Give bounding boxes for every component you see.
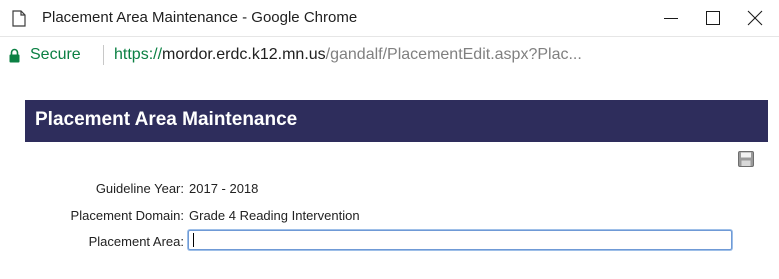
placement-domain-label: Placement Domain: [70, 208, 184, 223]
close-button[interactable] [738, 0, 779, 36]
url-path: /gandalf/PlacementEdit.aspx?Plac... [325, 46, 582, 63]
placement-area-row: Placement Area: [0, 230, 779, 254]
maximize-icon [706, 11, 720, 25]
lock-icon [9, 48, 20, 63]
page-title: Placement Area Maintenance [35, 109, 298, 130]
save-icon[interactable] [738, 151, 754, 167]
guideline-year-value: 2017 - 2018 [189, 181, 259, 196]
text-caret [193, 233, 194, 247]
url-host: mordor.erdc.k12.mn.us [162, 46, 326, 63]
close-icon [747, 10, 763, 26]
url-text[interactable]: https://mordor.erdc.k12.mn.us/gandalf/Pl… [114, 46, 582, 64]
document-icon [12, 10, 26, 27]
placement-area-input[interactable] [188, 230, 732, 250]
placement-domain-value: Grade 4 Reading Intervention [189, 208, 360, 223]
placement-domain-row: Placement Domain: Grade 4 Reading Interv… [0, 204, 779, 228]
guideline-year-row: Guideline Year: 2017 - 2018 [0, 177, 779, 201]
guideline-year-label: Guideline Year: [95, 181, 184, 196]
address-bar[interactable]: Secure https://mordor.erdc.k12.mn.us/gan… [0, 36, 779, 74]
page-header: Placement Area Maintenance [25, 100, 768, 142]
minimize-icon [664, 18, 678, 19]
url-scheme: https:// [114, 46, 163, 63]
window-title: Placement Area Maintenance - Google Chro… [42, 9, 358, 26]
page-content: Placement Area Maintenance Guideline Yea… [0, 73, 779, 279]
window-titlebar: Placement Area Maintenance - Google Chro… [0, 0, 779, 36]
address-separator [103, 45, 104, 65]
secure-label[interactable]: Secure [30, 46, 81, 64]
placement-area-label: Placement Area: [88, 234, 184, 249]
